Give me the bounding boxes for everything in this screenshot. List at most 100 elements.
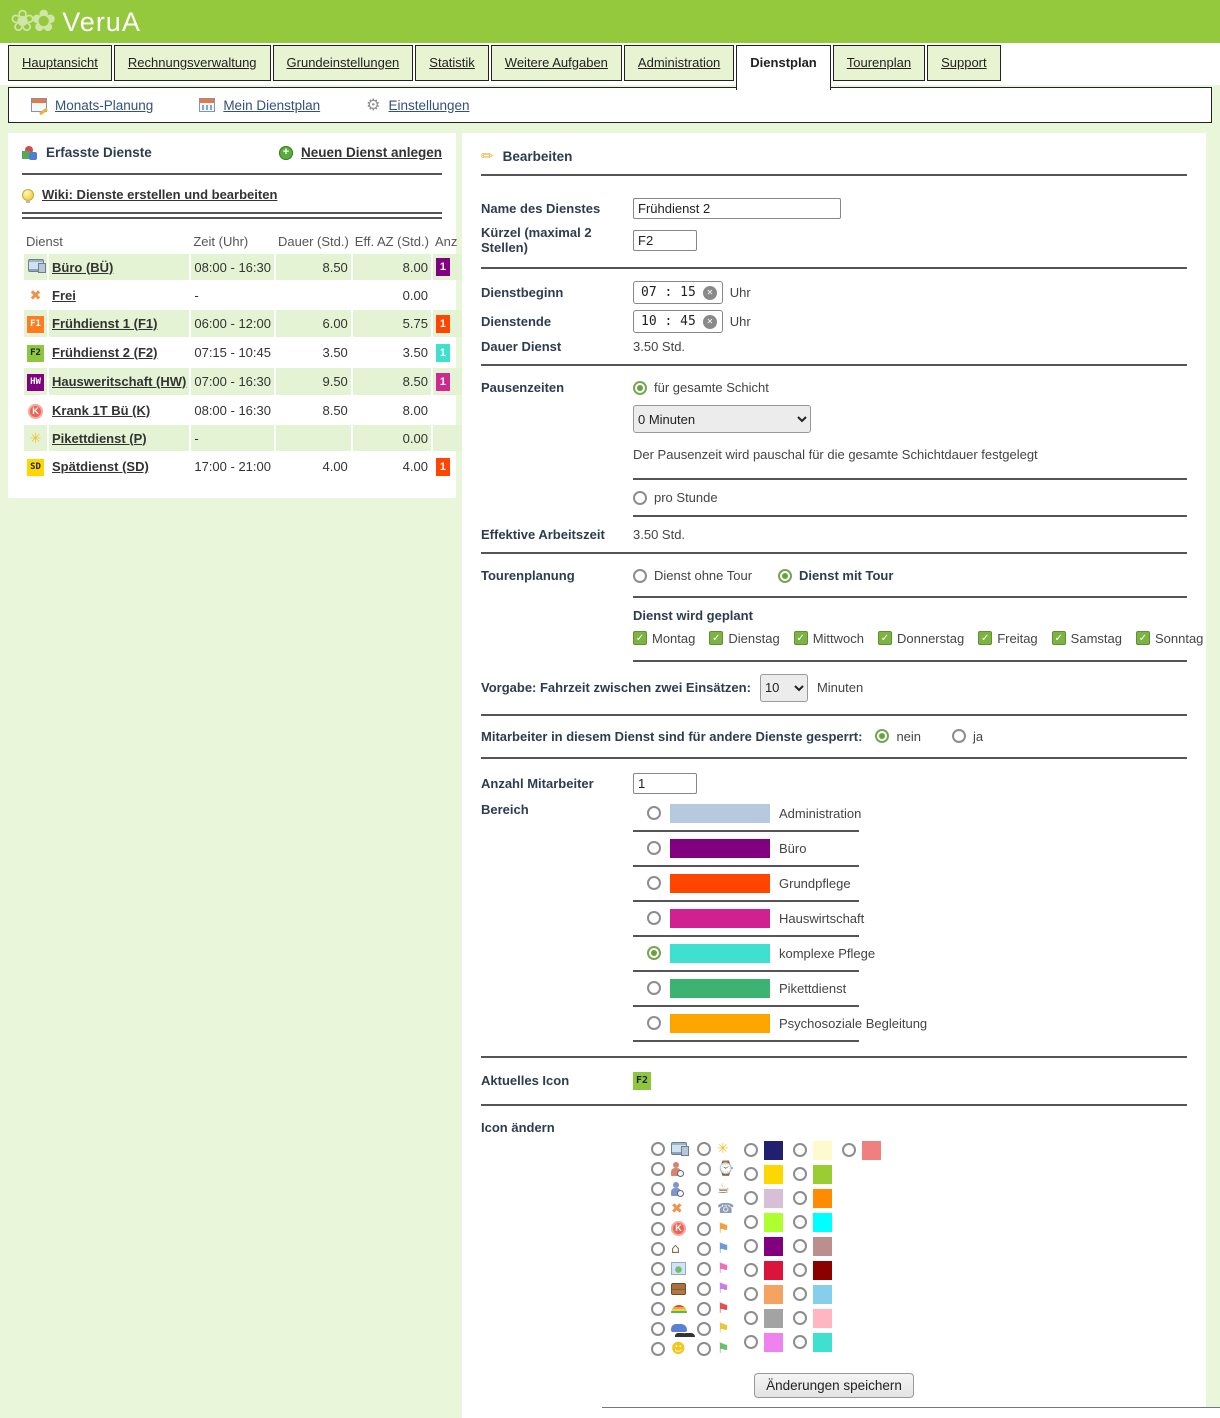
color-choice-radio[interactable] <box>744 1311 758 1325</box>
icon-choice-flag-red-icon[interactable]: ⚑ <box>697 1301 734 1317</box>
icon-choice-radio[interactable] <box>651 1162 665 1176</box>
bereich-radio[interactable] <box>647 876 661 890</box>
color-choice-ffb6c1[interactable] <box>793 1309 832 1328</box>
icon-choice-radio[interactable] <box>651 1302 665 1316</box>
service-link[interactable]: Büro (BÜ) <box>52 260 113 275</box>
gesperrt-nein-radio[interactable] <box>875 729 889 743</box>
icon-choice-radio[interactable] <box>697 1202 711 1216</box>
checkbox-dienstag[interactable] <box>709 631 723 645</box>
checkbox-sonntag[interactable] <box>1136 631 1150 645</box>
checkbox-montag[interactable] <box>633 631 647 645</box>
tab-support[interactable]: Support <box>927 45 1001 81</box>
icon-choice-picture-icon[interactable] <box>651 1261 687 1277</box>
dienst-ohne-tour-radio[interactable] <box>633 569 647 583</box>
bereich-radio[interactable] <box>647 911 661 925</box>
icon-choice-smiley-coin-icon[interactable]: ☻ <box>651 1341 687 1357</box>
icon-choice-radio[interactable] <box>651 1182 665 1196</box>
color-choice-20206e[interactable] <box>744 1141 783 1160</box>
icon-choice-flag-blue-icon[interactable]: ⚑ <box>697 1241 734 1257</box>
icon-choice-radio[interactable] <box>651 1222 665 1236</box>
icon-choice-radio[interactable] <box>697 1322 711 1336</box>
service-link[interactable]: Krank 1T Bü (K) <box>52 403 150 418</box>
icon-choice-asterisk-icon[interactable]: ✳ <box>697 1141 734 1157</box>
clear-time-icon[interactable] <box>703 286 717 300</box>
tab-dienstplan[interactable]: Dienstplan <box>736 45 830 90</box>
color-choice-87ceeb[interactable] <box>793 1285 832 1304</box>
color-choice-radio[interactable] <box>793 1263 807 1277</box>
color-choice-radio[interactable] <box>793 1143 807 1157</box>
icon-choice-alarm-clock-icon[interactable]: ⌚ <box>697 1161 734 1177</box>
color-choice-radio[interactable] <box>793 1335 807 1349</box>
color-choice-ff8c00[interactable] <box>793 1189 832 1208</box>
icon-choice-flag-violet-icon[interactable]: ⚑ <box>697 1281 734 1297</box>
icon-choice-chest-icon[interactable] <box>651 1281 687 1297</box>
subnav-link[interactable]: Mein Dienstplan <box>223 98 320 113</box>
kuerzel-input[interactable] <box>633 230 697 251</box>
pause-shift-radio[interactable] <box>633 381 647 395</box>
checkbox-mittwoch[interactable] <box>794 631 808 645</box>
tab-grundeinstellungen[interactable]: Grundeinstellungen <box>273 45 414 81</box>
icon-choice-rainbow-icon[interactable] <box>651 1301 687 1317</box>
color-choice-40e0d0[interactable] <box>793 1333 832 1352</box>
subnav-item-monats-planung[interactable]: Monats-Planung <box>31 98 153 113</box>
icon-choice-radio[interactable] <box>651 1142 665 1156</box>
pause-hour-radio[interactable] <box>633 491 647 505</box>
color-choice-radio[interactable] <box>744 1239 758 1253</box>
bereich-option-pikettdienst[interactable]: Pikettdienst <box>633 972 1187 1005</box>
tab-rechnungsverwaltung[interactable]: Rechnungsverwaltung <box>114 45 271 81</box>
icon-choice-radio[interactable] <box>651 1262 665 1276</box>
new-service-link[interactable]: Neuen Dienst anlegen <box>301 145 442 160</box>
bereich-option-grundpflege[interactable]: Grundpflege <box>633 867 1187 900</box>
color-choice-radio[interactable] <box>744 1263 758 1277</box>
icon-choice-computer-icon[interactable] <box>651 1141 687 1157</box>
bereich-option-komplexe-pflege[interactable]: komplexe Pflege <box>633 937 1187 970</box>
icon-choice-person-clock-red-icon[interactable] <box>651 1161 687 1177</box>
fahrzeit-select[interactable]: 10 <box>760 674 808 702</box>
tab-tourenplan[interactable]: Tourenplan <box>833 45 925 81</box>
icon-choice-radio[interactable] <box>697 1182 711 1196</box>
subnav-item-einstellungen[interactable]: ⚙Einstellungen <box>366 97 469 113</box>
color-choice-00ffff[interactable] <box>793 1213 832 1232</box>
checkbox-freitag[interactable] <box>978 631 992 645</box>
color-choice-d8bfd8[interactable] <box>744 1189 783 1208</box>
tab-administration[interactable]: Administration <box>624 45 734 81</box>
icon-choice-person-clock-blue-icon[interactable] <box>651 1181 687 1197</box>
service-link[interactable]: Spätdienst (SD) <box>52 459 149 474</box>
icon-choice-radio[interactable] <box>651 1282 665 1296</box>
icon-choice-radio[interactable] <box>697 1282 711 1296</box>
icon-choice-flag-green-icon[interactable]: ⚑ <box>697 1341 734 1357</box>
icon-choice-radio[interactable] <box>651 1242 665 1256</box>
service-link[interactable]: Frühdienst 1 (F1) <box>52 316 157 331</box>
icon-choice-radio[interactable] <box>697 1142 711 1156</box>
icon-choice-phone-icon[interactable]: ☎ <box>697 1201 734 1217</box>
anzahl-mitarbeiter-input[interactable] <box>633 773 697 794</box>
bereich-radio[interactable] <box>647 981 661 995</box>
icon-choice-flag-yellow-icon[interactable]: ⚑ <box>697 1321 734 1337</box>
color-choice-adff2f[interactable] <box>744 1213 783 1232</box>
icon-choice-radio[interactable] <box>697 1342 711 1356</box>
color-choice-dc143c[interactable] <box>744 1261 783 1280</box>
clear-time-icon[interactable] <box>703 315 717 329</box>
color-choice-8b0000[interactable] <box>793 1261 832 1280</box>
icon-choice-radio[interactable] <box>697 1222 711 1236</box>
service-link[interactable]: Frühdienst 2 (F2) <box>52 345 157 360</box>
icon-choice-radio[interactable] <box>697 1242 711 1256</box>
color-choice-radio[interactable] <box>744 1335 758 1349</box>
icon-choice-radio[interactable] <box>697 1262 711 1276</box>
color-choice-ffd700[interactable] <box>744 1165 783 1184</box>
service-link[interactable]: Hausweritschaft (HW) <box>52 374 186 389</box>
icon-choice-krank-icon[interactable]: K <box>651 1221 687 1237</box>
icon-choice-house-icon[interactable]: ⌂ <box>651 1241 687 1257</box>
subnav-link[interactable]: Einstellungen <box>388 98 469 113</box>
color-choice-radio[interactable] <box>793 1239 807 1253</box>
bereich-radio[interactable] <box>647 806 661 820</box>
color-choice-radio[interactable] <box>744 1143 758 1157</box>
tab-hauptansicht[interactable]: Hauptansicht <box>8 45 112 81</box>
icon-choice-radio[interactable] <box>651 1202 665 1216</box>
icon-choice-flag-orange-icon[interactable]: ⚑ <box>697 1221 734 1237</box>
color-choice-800080[interactable] <box>744 1237 783 1256</box>
color-choice-ee82ee[interactable] <box>744 1333 783 1352</box>
icon-choice-cancel-icon[interactable]: ✖ <box>651 1201 687 1217</box>
color-choice-radio[interactable] <box>744 1287 758 1301</box>
icon-choice-flag-pink-icon[interactable]: ⚑ <box>697 1261 734 1277</box>
